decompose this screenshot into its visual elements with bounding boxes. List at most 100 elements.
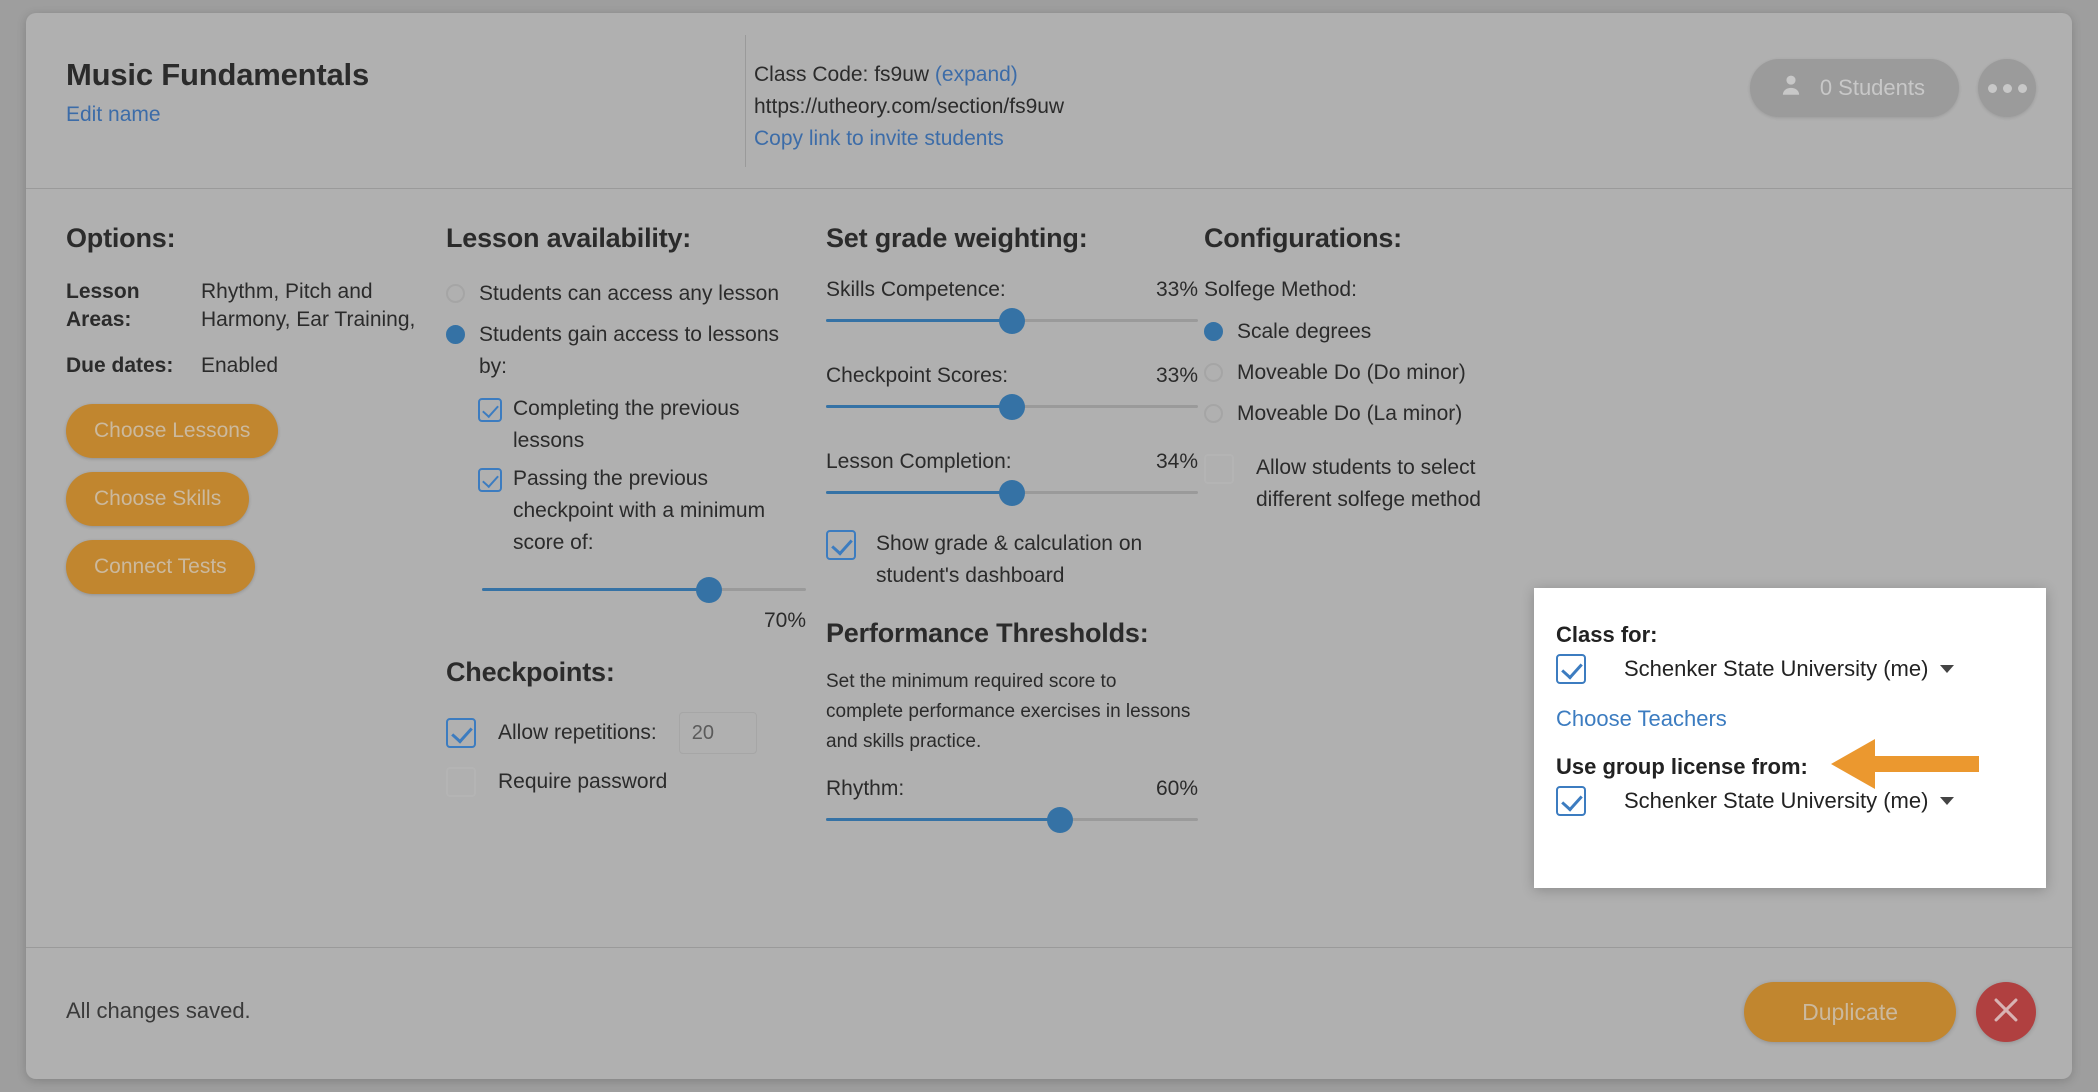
- lesson-completion-value: 34%: [1155, 450, 1198, 473]
- slider-label-row: Checkpoint Scores: 33%: [826, 364, 1198, 388]
- page-title: Music Fundamentals: [66, 57, 370, 92]
- checkbox-require-password[interactable]: Require password: [446, 766, 806, 798]
- person-icon: [1778, 72, 1804, 104]
- class-url: https://utheory.com/section/fs9uw: [754, 95, 1065, 118]
- allow-select-solfege-label: Allow students to select different solfe…: [1256, 456, 1481, 511]
- close-button[interactable]: [1976, 982, 2036, 1042]
- radio-moveable-do-minor[interactable]: Moveable Do (Do minor): [1204, 357, 1559, 389]
- dot-icon: [2002, 83, 2012, 93]
- lesson-areas-label: Lesson Areas:: [66, 280, 140, 331]
- close-icon: [1989, 993, 2023, 1032]
- copy-invite-link[interactable]: Copy link to invite students: [754, 123, 1064, 155]
- class-ownership-popup: Class for: Schenker State University (me…: [1534, 588, 2046, 888]
- footer-actions: Duplicate: [1744, 982, 2036, 1042]
- checkbox-completing-lessons[interactable]: Completing the previous lessons: [478, 393, 806, 457]
- radio-selected-icon: [446, 325, 465, 344]
- modal-footer: All changes saved. Duplicate: [26, 947, 2072, 1079]
- performance-thresholds-description: Set the minimum required score to comple…: [826, 671, 1191, 752]
- class-for-value: Schenker State University (me): [1624, 656, 1929, 681]
- slider-thumb[interactable]: [1047, 807, 1074, 833]
- slider-label-row: Rhythm: 60%: [826, 777, 1198, 801]
- slider-thumb[interactable]: [999, 480, 1025, 506]
- performance-thresholds-heading: Performance Thresholds:: [826, 618, 1149, 648]
- option-row: Lesson Areas: Rhythm, Pitch and Harmony,…: [66, 278, 416, 334]
- radio-any-lesson[interactable]: Students can access any lesson: [446, 278, 806, 310]
- radio-moveable-la-minor[interactable]: Moveable Do (La minor): [1204, 398, 1559, 430]
- options-heading: Options:: [66, 223, 176, 253]
- lesson-completion-slider[interactable]: [826, 480, 1198, 506]
- class-for-title: Class for:: [1556, 622, 1658, 647]
- grade-weighting-heading: Set grade weighting:: [826, 223, 1088, 253]
- option-row: Due dates: Enabled: [66, 352, 416, 380]
- checkbox-allow-select-solfege[interactable]: Allow students to select different solfe…: [1204, 452, 1559, 516]
- slider-thumb[interactable]: [695, 577, 722, 603]
- checkbox-allow-repetitions[interactable]: Allow repetitions:: [446, 712, 806, 754]
- class-code-label: Class Code: fs9uw: [754, 63, 930, 86]
- due-dates-label: Due dates:: [66, 354, 174, 377]
- checkpoint-scores-label: Checkpoint Scores:: [826, 364, 1009, 387]
- header-divider: [745, 35, 746, 167]
- edit-name-link[interactable]: Edit name: [66, 103, 369, 127]
- group-license-row[interactable]: Schenker State University (me): [1556, 786, 2046, 816]
- skills-competence-label: Skills Competence:: [826, 278, 1006, 301]
- grade-weighting-column: Set grade weighting: Skills Competence: …: [826, 223, 1198, 863]
- checkpoints-heading: Checkpoints:: [446, 657, 615, 687]
- class-identity: Music Fundamentals Edit name: [66, 57, 369, 127]
- modal-header: Music Fundamentals Edit name Class Code:…: [26, 13, 2072, 189]
- show-grade-label: Show grade & calculation on student's da…: [876, 532, 1143, 587]
- skills-competence-slider[interactable]: [826, 308, 1198, 334]
- slider-thumb[interactable]: [999, 394, 1025, 420]
- dot-icon: [1987, 83, 1997, 93]
- more-options-button[interactable]: [1978, 59, 2036, 117]
- chevron-down-icon[interactable]: [1940, 665, 1955, 673]
- checkbox-passing-checkpoint[interactable]: Passing the previous checkpoint with a m…: [478, 463, 806, 559]
- radio-icon: [446, 284, 465, 303]
- rhythm-slider[interactable]: [826, 807, 1198, 833]
- students-button[interactable]: 0 Students: [1749, 59, 1959, 117]
- class-for-row[interactable]: Schenker State University (me): [1556, 654, 2046, 684]
- checkbox-icon[interactable]: [1556, 654, 1586, 684]
- checkbox-icon: [478, 398, 502, 422]
- lesson-areas-value: Rhythm, Pitch and Harmony, Ear Training,: [201, 280, 416, 331]
- connect-tests-button[interactable]: Connect Tests: [66, 540, 255, 594]
- choose-lessons-button[interactable]: Choose Lessons: [66, 404, 279, 458]
- checkbox-show-grade[interactable]: Show grade & calculation on student's da…: [826, 528, 1198, 592]
- duplicate-button[interactable]: Duplicate: [1744, 982, 1956, 1042]
- header-actions: 0 Students: [1749, 59, 2036, 117]
- slider-group-skills-competence: Skills Competence: 33%: [826, 278, 1198, 334]
- chevron-down-icon[interactable]: [1940, 797, 1955, 805]
- radio-scale-degrees[interactable]: Scale degrees: [1204, 316, 1559, 348]
- repetitions-input[interactable]: [678, 712, 757, 754]
- slider-fill: [826, 405, 1012, 408]
- rhythm-label: Rhythm:: [826, 777, 905, 800]
- slider-fill: [826, 319, 1012, 322]
- choose-teachers-link[interactable]: Choose Teachers: [1556, 706, 1727, 732]
- slider-group-lesson-completion: Lesson Completion: 34%: [826, 450, 1198, 506]
- checkbox-icon[interactable]: [1556, 786, 1586, 816]
- checkbox-icon: [446, 767, 476, 797]
- radio-gain-access-label: Students gain access to lessons by:: [479, 323, 780, 378]
- students-count-label: 0 Students: [1819, 75, 1925, 100]
- configurations-heading: Configurations:: [1204, 223, 1402, 253]
- radio-gain-access[interactable]: Students gain access to lessons by:: [446, 319, 806, 383]
- slider-group-rhythm: Rhythm: 60%: [826, 777, 1198, 833]
- access-conditions: Completing the previous lessons Passing …: [478, 393, 806, 633]
- expand-code-link[interactable]: (expand): [935, 63, 1018, 86]
- slider-thumb[interactable]: [999, 308, 1025, 334]
- choose-skills-button[interactable]: Choose Skills: [66, 472, 250, 526]
- slider-fill: [826, 818, 1061, 821]
- radio-icon: [1204, 363, 1223, 382]
- slider-fill: [826, 491, 1012, 494]
- checkpoint-scores-slider[interactable]: [826, 394, 1198, 420]
- min-score-slider[interactable]: [482, 577, 806, 603]
- options-buttons: Choose Lessons Choose Skills Connect Tes…: [66, 404, 406, 594]
- slider-label-row: Skills Competence: 33%: [826, 278, 1198, 302]
- radio-moveable-la-minor-label: Moveable Do (La minor): [1237, 402, 1463, 425]
- radio-scale-degrees-label: Scale degrees: [1237, 320, 1372, 343]
- rhythm-value: 60%: [1155, 777, 1198, 800]
- allow-repetitions-label: Allow repetitions:: [498, 721, 657, 744]
- radio-moveable-do-minor-label: Moveable Do (Do minor): [1237, 361, 1466, 384]
- require-password-label: Require password: [498, 770, 668, 793]
- skills-competence-value: 33%: [1155, 278, 1198, 301]
- checkbox-icon: [826, 530, 856, 560]
